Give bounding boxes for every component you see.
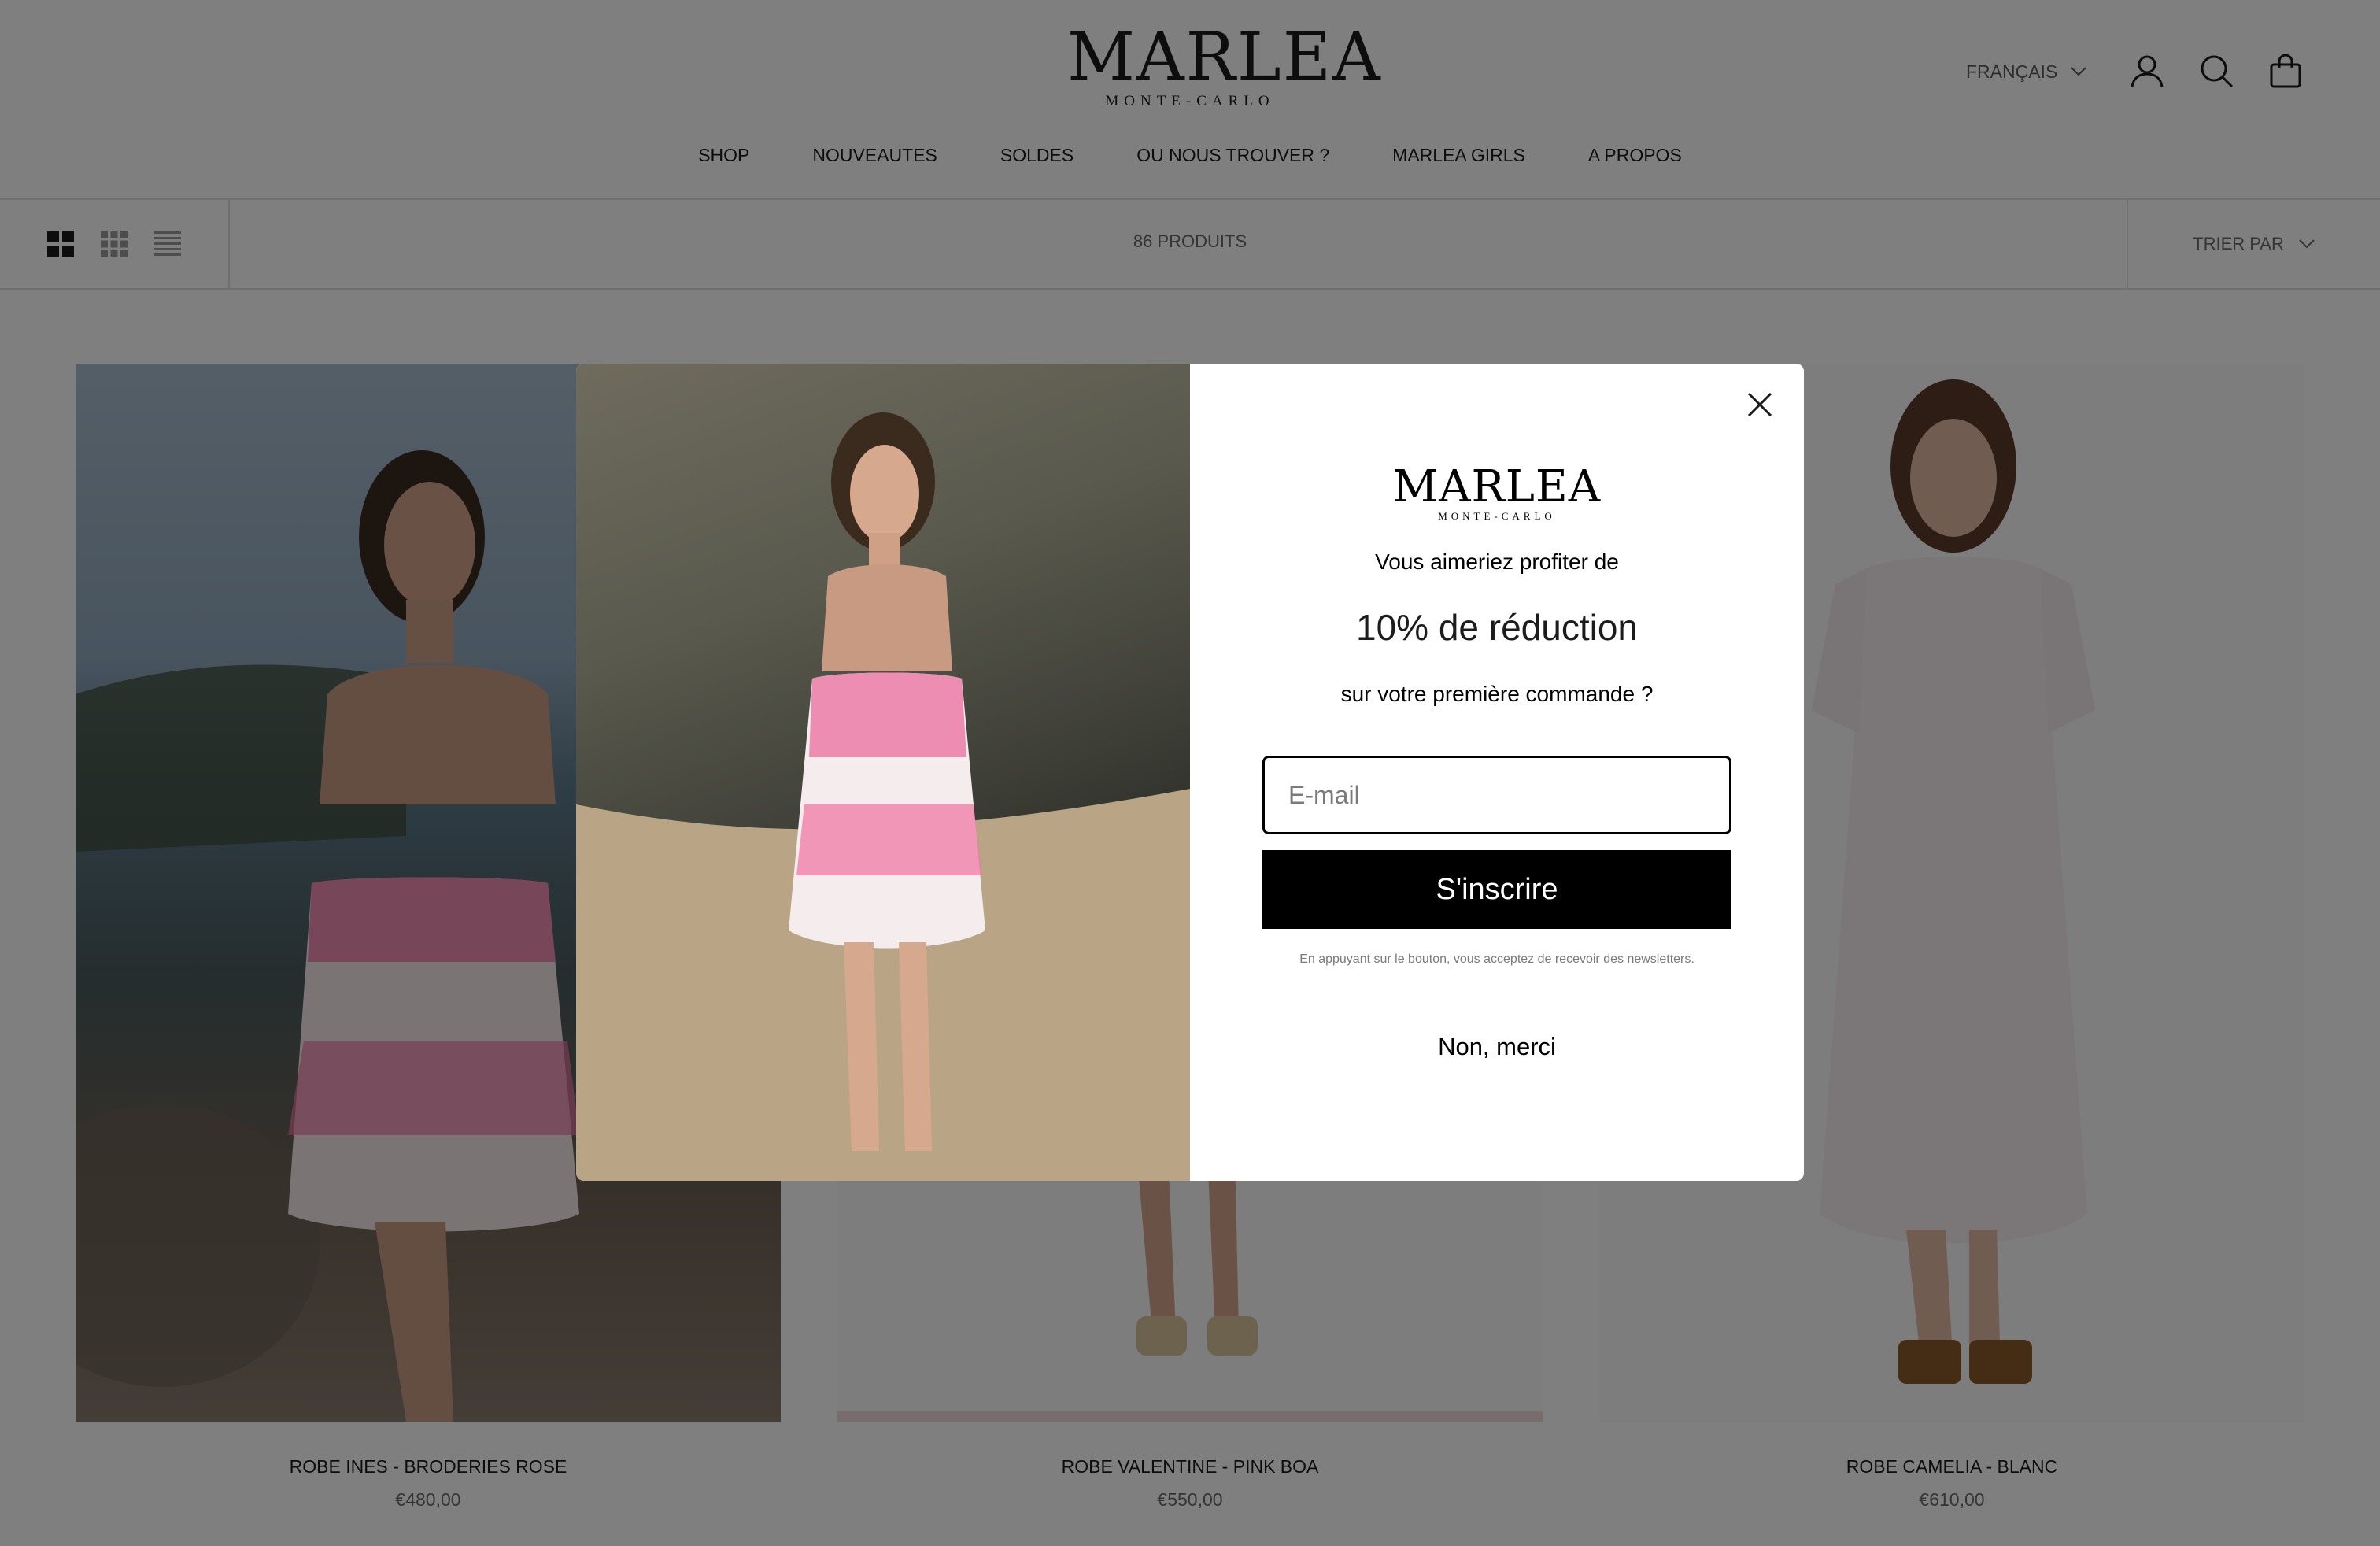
newsletter-consent-text: En appuyant sur le bouton, vous acceptez…: [1299, 952, 1694, 966]
newsletter-popup: MARLEA MONTE-CARLO Vous aimeriez profite…: [576, 364, 1804, 1181]
popup-offer-text: sur votre première commande ?: [1340, 682, 1654, 706]
email-field[interactable]: [1262, 756, 1731, 834]
popup-logo-main: MARLEA: [1392, 461, 1602, 512]
subscribe-button[interactable]: S'inscrire: [1262, 850, 1731, 929]
popup-logo: MARLEA MONTE-CARLO: [1363, 464, 1631, 523]
popup-discount-headline: 10% de réduction: [1355, 607, 1639, 648]
decline-button[interactable]: Non, merci: [1379, 1033, 1615, 1061]
popup-model-image: [576, 364, 1190, 1181]
close-icon[interactable]: [1743, 387, 1777, 422]
popup-form-panel: MARLEA MONTE-CARLO Vous aimeriez profite…: [1190, 364, 1804, 1181]
popup-intro-text: Vous aimeriez profiter de: [1375, 549, 1619, 574]
